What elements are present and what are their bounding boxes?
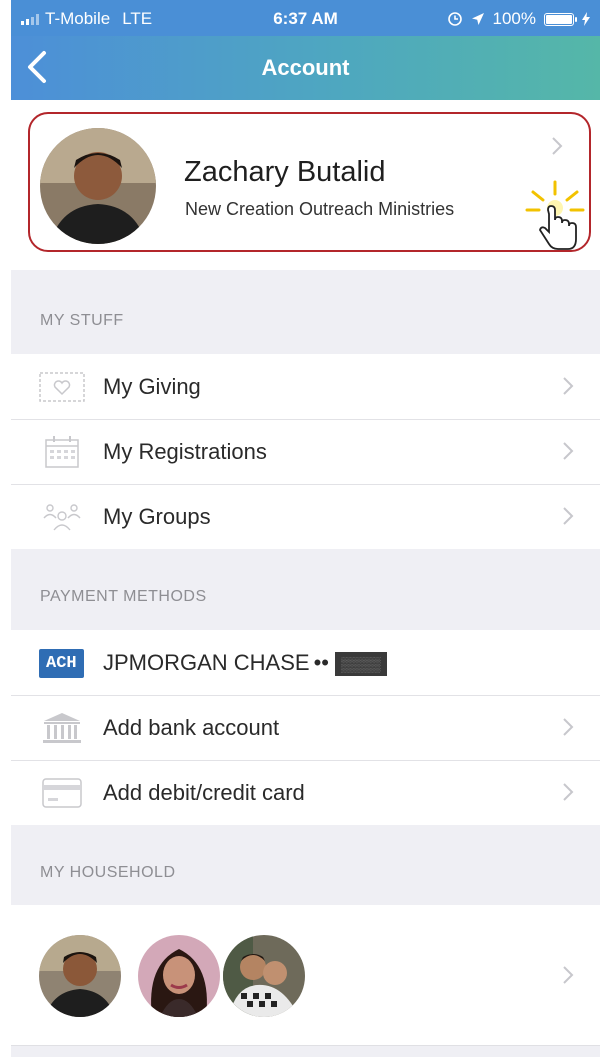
profile-name: Zachary Butalid (184, 156, 386, 188)
redacted-account-number: ▒▒▒▒ (335, 652, 387, 677)
nav-bar: Account (11, 36, 600, 100)
ach-label: ACH (39, 648, 84, 678)
bank-account-label: JPMORGAN CHASE •• ▒▒▒▒ (103, 650, 387, 677)
my-groups-row[interactable]: My Groups (11, 484, 600, 549)
alarm-icon (447, 12, 462, 26)
household-members-row[interactable] (11, 905, 600, 1045)
add-card-row[interactable]: Add debit/credit card (11, 760, 600, 825)
add-bank-account-label: Add bank account (103, 715, 280, 740)
charging-icon (582, 12, 590, 26)
household-member-avatar (223, 935, 305, 1017)
account-dots: •• (313, 650, 329, 675)
my-giving-row[interactable]: My Giving (11, 354, 600, 419)
chevron-right-icon (563, 442, 574, 460)
ach-badge: ACH (39, 646, 85, 680)
page-title: Account (261, 55, 350, 80)
my-giving-label: My Giving (103, 374, 201, 399)
account-screen: T-Mobile LTE 6:37 AM 100% Account Zachar… (11, 0, 600, 1057)
my-groups-label: My Groups (103, 504, 211, 529)
profile-avatar (40, 128, 156, 244)
giving-icon (39, 370, 85, 404)
groups-icon (39, 500, 85, 534)
saved-bank-account-row[interactable]: ACH JPMORGAN CHASE •• ▒▒▒▒ (11, 630, 600, 695)
chevron-right-icon (563, 718, 574, 736)
calendar-icon (39, 435, 85, 469)
my-registrations-row[interactable]: My Registrations (11, 419, 600, 484)
profile-section: Zachary Butalid New Creation Outreach Mi… (11, 100, 600, 270)
chevron-right-icon (552, 137, 563, 155)
chevron-right-icon (563, 966, 574, 984)
household-member-avatar (138, 935, 220, 1017)
household-list (11, 905, 600, 1045)
battery-percent: 100% (492, 9, 536, 28)
battery-icon (544, 12, 577, 26)
chevron-right-icon (563, 783, 574, 801)
hand-pointer-icon (525, 180, 585, 250)
my-stuff-list: My Giving My Registrations My Groups (11, 354, 600, 549)
add-card-label: Add debit/credit card (103, 780, 305, 805)
household-member-avatar (39, 935, 121, 1017)
add-bank-account-row[interactable]: Add bank account (11, 695, 600, 760)
credit-card-icon (39, 776, 85, 810)
section-header-payment-methods: PAYMENT METHODS (40, 588, 207, 605)
chevron-right-icon (563, 507, 574, 525)
bank-icon (39, 711, 85, 745)
section-header-my-household: MY HOUSEHOLD (40, 864, 176, 881)
status-bar: T-Mobile LTE 6:37 AM 100% (11, 0, 600, 36)
my-registrations-label: My Registrations (103, 439, 267, 464)
profile-card[interactable]: Zachary Butalid New Creation Outreach Mi… (28, 112, 591, 252)
payment-methods-list: ACH JPMORGAN CHASE •• ▒▒▒▒ Add bank accoun… (11, 630, 600, 825)
bank-name: JPMORGAN CHASE (103, 650, 310, 675)
chevron-right-icon (563, 377, 574, 395)
status-right: 100% (447, 9, 590, 29)
location-icon (471, 13, 484, 25)
profile-organization: New Creation Outreach Ministries (185, 199, 455, 219)
list-footer (11, 1045, 600, 1057)
section-header-my-stuff: MY STUFF (40, 312, 124, 329)
